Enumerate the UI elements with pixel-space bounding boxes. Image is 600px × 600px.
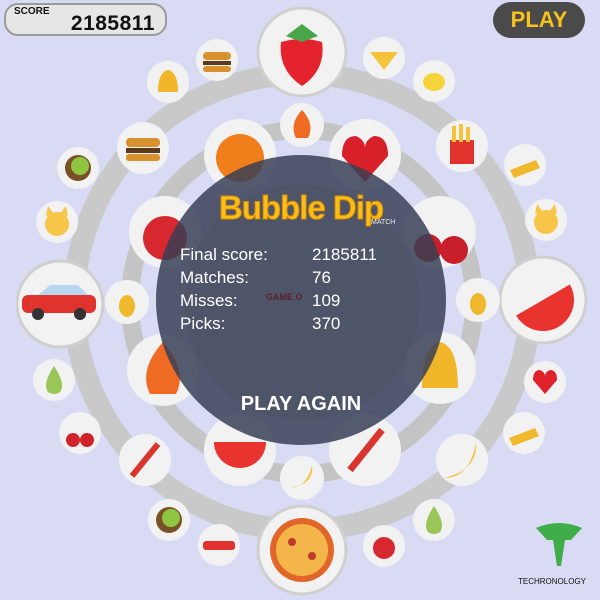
stat-label: Picks: xyxy=(180,314,226,333)
pineapple-icon xyxy=(470,293,486,315)
bubble-candy-1[interactable] xyxy=(119,434,171,486)
lemon-icon xyxy=(423,73,445,91)
score-display: SCORE 2185811 xyxy=(4,3,167,36)
bubble-car-left[interactable] xyxy=(15,259,105,349)
bubble-car-2[interactable] xyxy=(198,524,240,566)
bubble-gold-1[interactable] xyxy=(504,144,546,186)
stat-value: 370 xyxy=(312,314,341,333)
techronology-logo xyxy=(536,523,582,566)
burger-icon xyxy=(126,138,160,147)
bubble-cherries-1[interactable] xyxy=(59,412,101,454)
bubble-pizza-bottom[interactable] xyxy=(256,504,348,596)
game-over-panel: Bubble Dip MATCH Final score: 2185811 Ma… xyxy=(156,155,446,445)
score-label: SCORE xyxy=(14,6,50,17)
game-over-background-text: GAME O xyxy=(266,292,303,302)
play-again-button[interactable]: PLAY AGAIN xyxy=(156,393,446,416)
bubble-pineapple-2[interactable] xyxy=(456,278,500,322)
play-button[interactable]: PLAY xyxy=(493,2,585,38)
bubble-cat-1[interactable] xyxy=(36,201,78,243)
bubble-pear-2[interactable] xyxy=(413,499,455,541)
bubble-bell-1[interactable] xyxy=(147,61,189,103)
bubble-cat-2[interactable] xyxy=(525,199,567,241)
cherries-icon xyxy=(66,433,80,447)
bubble-banana-1[interactable] xyxy=(436,434,488,486)
car-icon xyxy=(203,541,235,550)
bubble-diamond[interactable] xyxy=(363,37,405,79)
score-value: 2185811 xyxy=(70,12,155,35)
bubble-fire-1[interactable] xyxy=(280,103,324,147)
bubble-heart-1[interactable] xyxy=(524,361,566,403)
cat-icon xyxy=(45,212,69,236)
game-title: Bubble Dip xyxy=(218,189,384,227)
cat-icon xyxy=(534,210,558,234)
bubble-banana-2[interactable] xyxy=(280,456,324,500)
brand-name: TECHRONOLOGY xyxy=(518,577,587,586)
bubble-apple-1[interactable] xyxy=(363,525,405,567)
bubble-lemon[interactable] xyxy=(413,60,455,102)
stat-label: Matches: xyxy=(180,268,249,287)
pineapple-icon xyxy=(119,295,135,317)
stat-value: 109 xyxy=(312,291,341,310)
burger-icon xyxy=(203,52,231,60)
bubble-watermelon-right[interactable] xyxy=(498,255,588,345)
bubble-pineapple-1[interactable] xyxy=(105,280,149,324)
bubble-strawberry-top[interactable] xyxy=(256,6,348,98)
bubble-burger-2[interactable] xyxy=(117,122,169,174)
stat-value: 2185811 xyxy=(312,245,377,264)
stat-label: Final score: xyxy=(180,245,268,264)
bubble-kiwi-1[interactable] xyxy=(57,147,99,189)
apple-icon xyxy=(373,537,395,559)
fries-icon xyxy=(450,140,474,164)
stat-label: Misses: xyxy=(180,291,238,310)
game-subtitle: MATCH xyxy=(371,219,396,226)
bubble-kiwi-2[interactable] xyxy=(148,499,190,541)
bubble-gold-2[interactable] xyxy=(503,412,545,454)
bubble-burger[interactable] xyxy=(196,39,238,81)
bubble-pear-1[interactable] xyxy=(33,359,75,401)
bubble-fries[interactable] xyxy=(436,120,488,172)
stat-value: 76 xyxy=(312,268,331,287)
car-icon xyxy=(22,295,96,313)
